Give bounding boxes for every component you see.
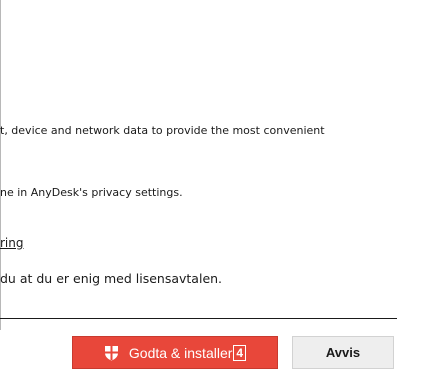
data-collection-text: t, device and network data to provide th… — [0, 124, 325, 137]
footer-divider — [0, 318, 397, 319]
accept-button-label: Godta & installer — [128, 344, 233, 361]
license-agreement-text: du at du er enig med lisensavtalen. — [0, 271, 223, 286]
accept-install-button[interactable]: Godta & installer 4 — [72, 336, 278, 369]
privacy-settings-text: ne in AnyDesk's privacy settings. — [0, 186, 183, 199]
decline-button-label: Avvis — [325, 345, 361, 360]
anydesk-shield-icon — [104, 345, 118, 360]
shortcut-badge: 4 — [233, 344, 247, 361]
decline-button[interactable]: Avvis — [292, 336, 394, 369]
privacy-link[interactable]: ring — [0, 236, 24, 250]
